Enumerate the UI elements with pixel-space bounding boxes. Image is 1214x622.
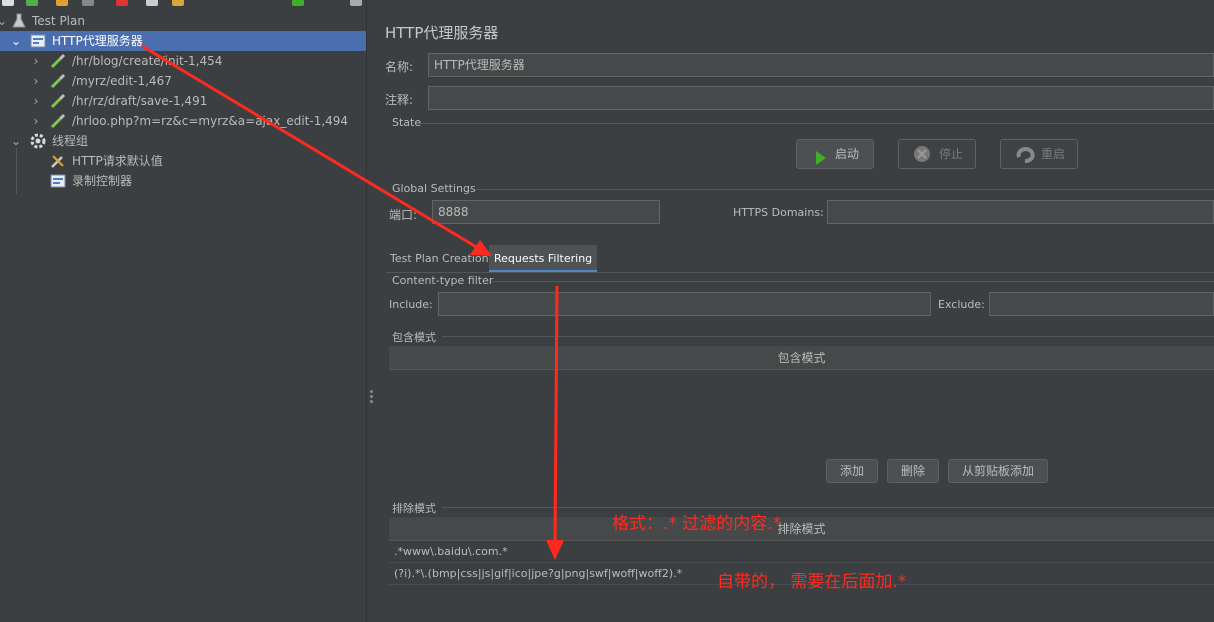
- annotation-arrows: [141, 44, 564, 560]
- arrow-to-exclude-rows: [546, 285, 564, 560]
- arrow-to-requests-filtering-tab: [141, 44, 492, 256]
- format-annotation: 格式：.* 过滤的内容.*: [612, 514, 782, 534]
- builtin-annotation: 自带的， 需要在后面加.*: [717, 572, 907, 592]
